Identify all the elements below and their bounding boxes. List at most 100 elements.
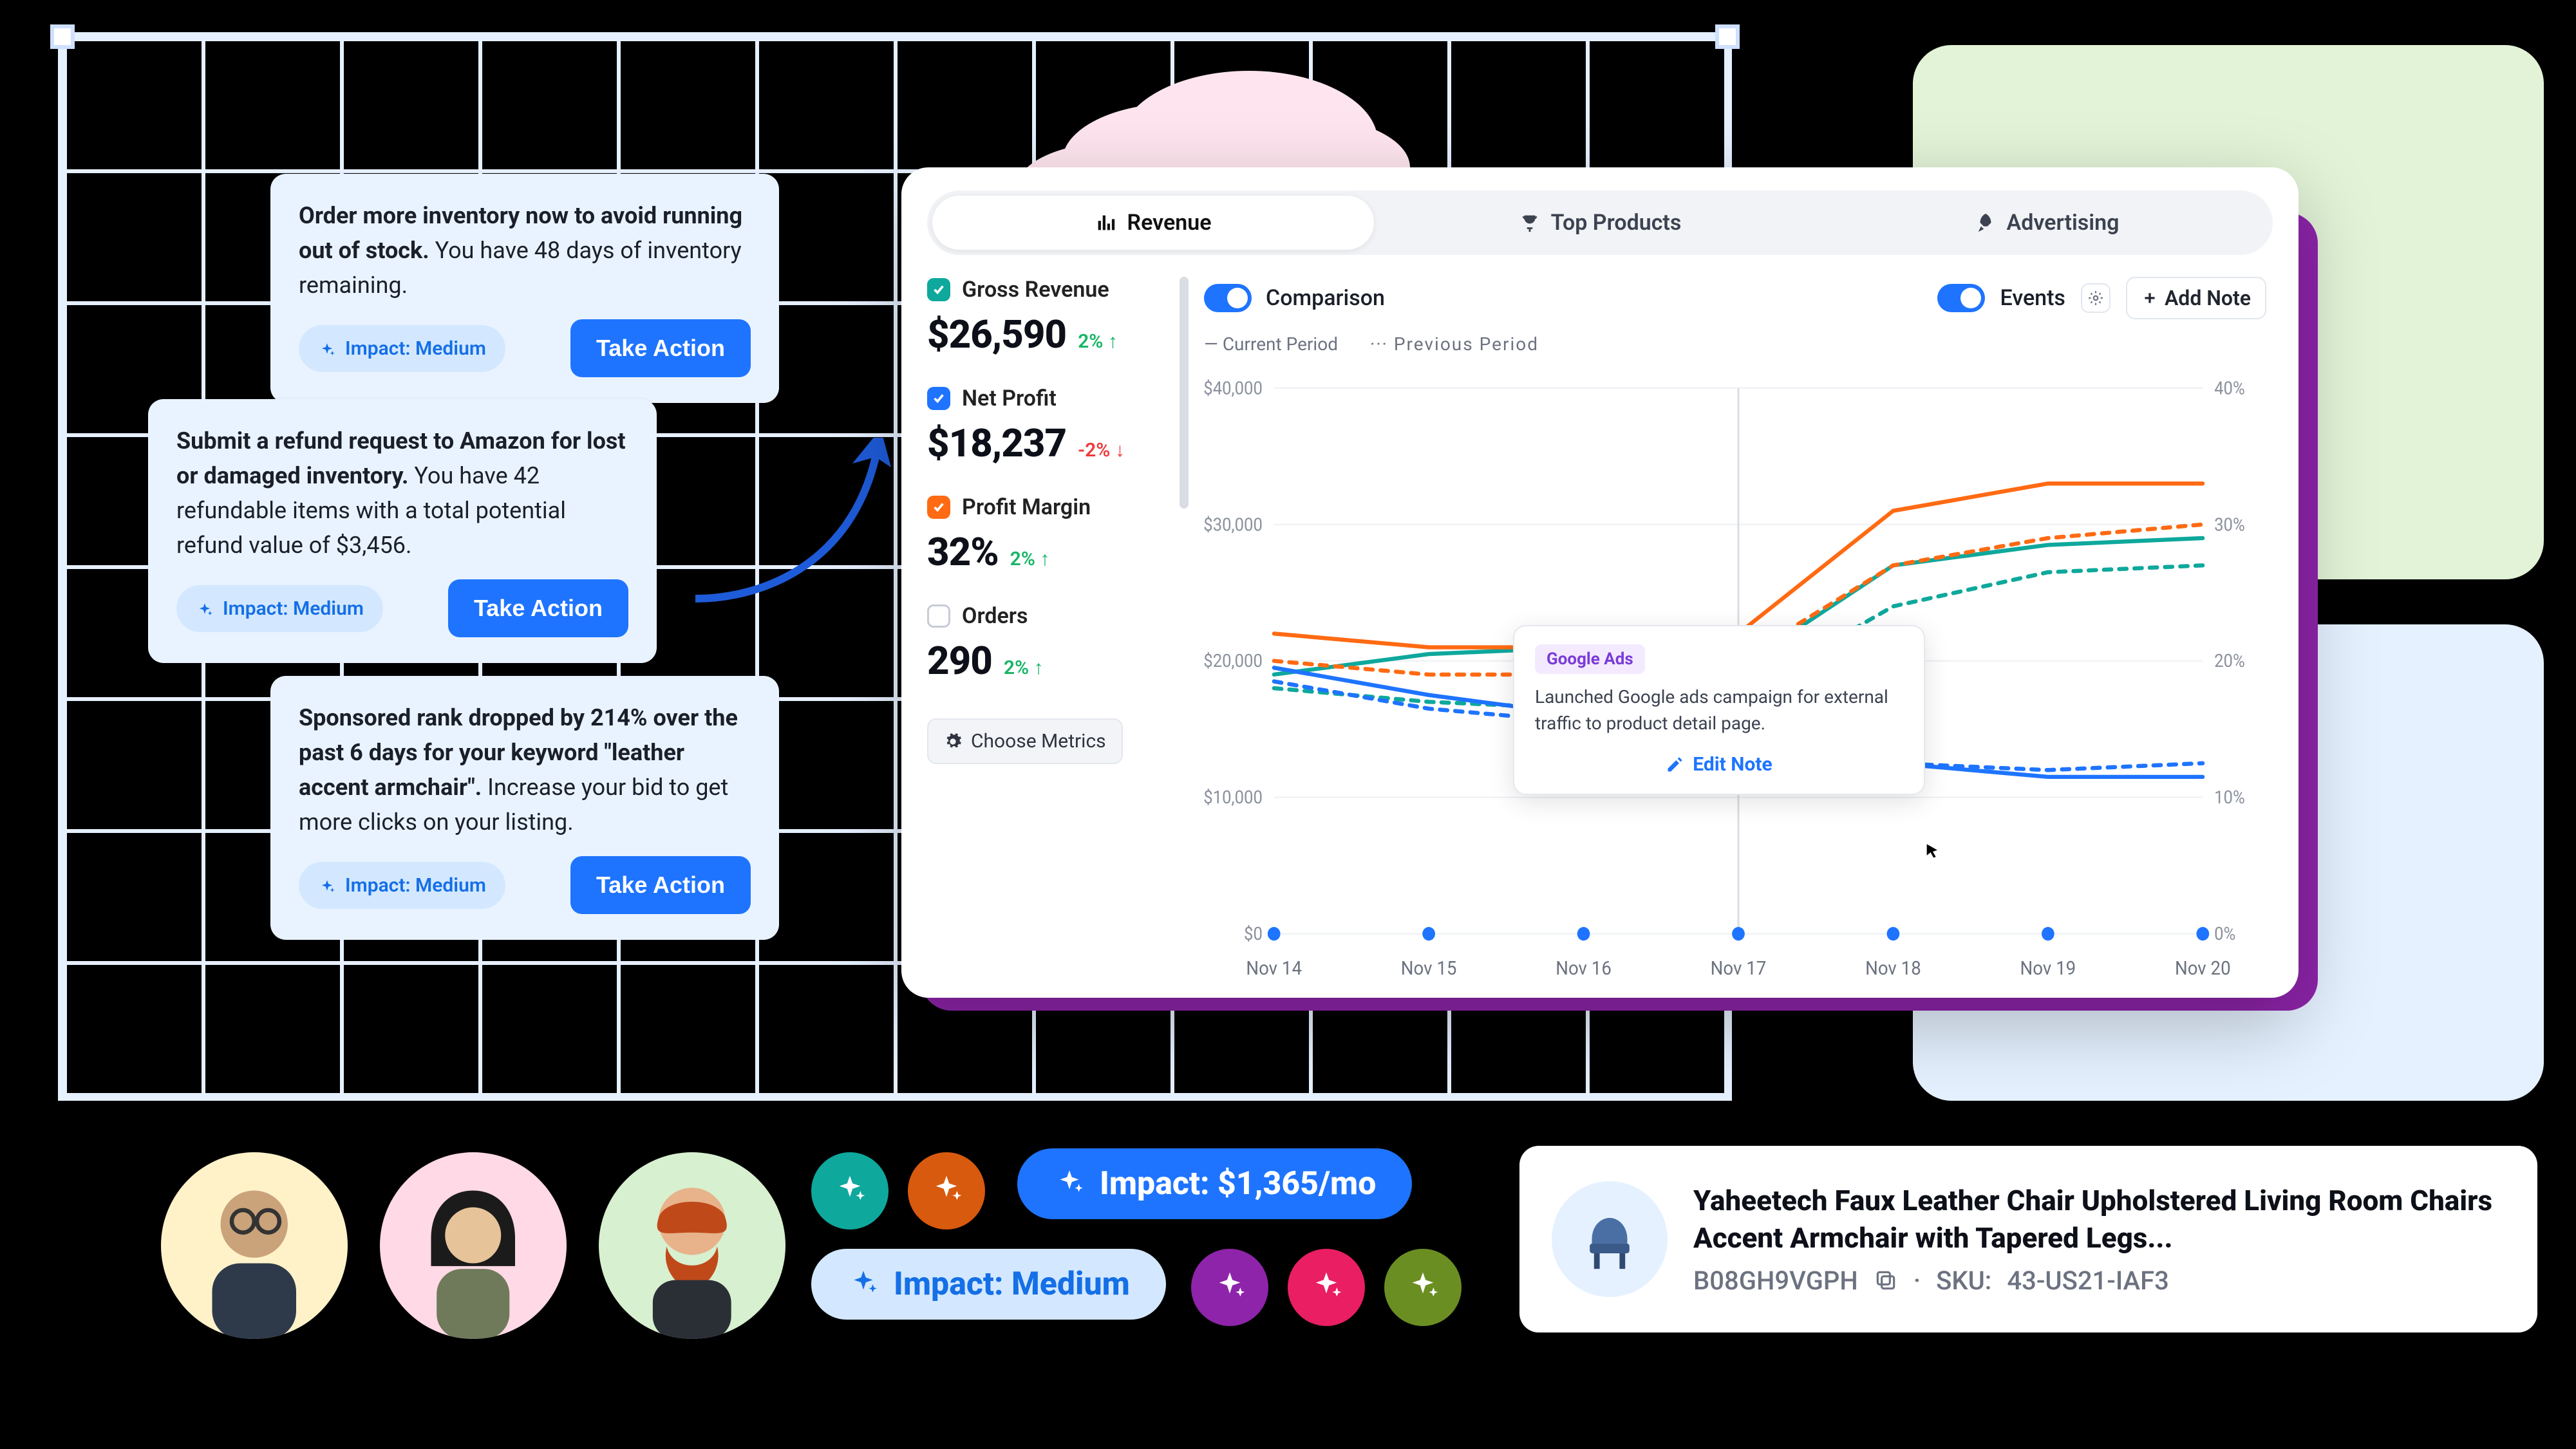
chair-icon: [1574, 1204, 1645, 1275]
metric-value: $26,590: [927, 312, 1066, 357]
metric-gross-revenue[interactable]: Gross Revenue $26,590 2%: [927, 277, 1185, 357]
tab-bar: Revenue Top Products Advertising: [927, 191, 2273, 255]
product-thumbnail: [1552, 1181, 1668, 1297]
scrollbar[interactable]: [1180, 277, 1189, 509]
product-sku: 43-US21-IAF3: [2007, 1266, 2168, 1296]
metric-delta: 2%: [1004, 657, 1044, 679]
avatar: [161, 1152, 348, 1339]
metric-orders[interactable]: Orders 290 2%: [927, 603, 1185, 684]
impact-pill-large: Impact: Medium: [811, 1249, 1166, 1320]
take-action-button[interactable]: Take Action: [448, 579, 628, 637]
metric-net-profit[interactable]: Net Profit $18,237 -2%: [927, 386, 1185, 466]
plus-icon: [2141, 290, 2158, 306]
impact-badge: Impact: Medium: [299, 862, 505, 909]
revenue-dashboard-panel: Revenue Top Products Advertising Gross R…: [901, 167, 2299, 998]
metric-value: 32%: [927, 529, 999, 575]
svg-text:30%: 30%: [2214, 514, 2245, 535]
rocket-icon: [1975, 212, 1997, 234]
comparison-label: Comparison: [1266, 285, 1385, 311]
svg-text:$10,000: $10,000: [1204, 787, 1263, 808]
tab-top-products[interactable]: Top Products: [1379, 196, 1821, 250]
sparkle-icon: [318, 339, 336, 357]
product-card[interactable]: Yaheetech Faux Leather Chair Upholstered…: [1519, 1146, 2537, 1332]
impact-badge: Impact: Medium: [299, 325, 505, 372]
avatar: [380, 1152, 567, 1339]
svg-text:$0: $0: [1244, 923, 1263, 944]
chart-area: Comparison Events Add Note — Current Per…: [1204, 277, 2273, 995]
events-label: Events: [2000, 285, 2065, 311]
checkbox-icon[interactable]: [927, 387, 950, 410]
chart-legend: — Current Period ··· Previous Period: [1204, 333, 2273, 355]
tooltip-tag: Google Ads: [1535, 644, 1645, 674]
edit-note-button[interactable]: Edit Note: [1535, 753, 1903, 776]
sparkle-icon: [1288, 1249, 1365, 1326]
svg-text:Nov 17: Nov 17: [1711, 957, 1767, 980]
recommendation-text: Order more inventory now to avoid runnin…: [299, 198, 751, 303]
sparkle-icon: [1053, 1168, 1086, 1200]
svg-text:$20,000: $20,000: [1204, 650, 1263, 671]
sparkle-icon: [196, 599, 214, 617]
events-toggle[interactable]: [1937, 284, 1985, 312]
line-chart[interactable]: $0 0% $10,000 10% $20,000 20% $30,000 30% $40,00…: [1204, 368, 2273, 995]
svg-text:10%: 10%: [2214, 787, 2245, 808]
metric-profit-margin[interactable]: Profit Margin 32% 2%: [927, 494, 1185, 575]
sparkle-icon: [1384, 1249, 1462, 1326]
metric-delta: 2%: [1010, 548, 1050, 570]
svg-text:Nov 18: Nov 18: [1865, 957, 1921, 980]
sparkle-badge-row: [811, 1152, 985, 1229]
impact-pill-large: Impact: $1,365/mo: [1017, 1148, 1412, 1219]
take-action-button[interactable]: Take Action: [570, 319, 751, 377]
gear-icon: [944, 733, 962, 751]
sparkle-badge-row: [1191, 1249, 1462, 1326]
recommendation-card: Submit a refund request to Amazon for lo…: [148, 399, 657, 663]
recommendation-text: Submit a refund request to Amazon for lo…: [176, 424, 628, 563]
svg-text:Nov 15: Nov 15: [1401, 957, 1457, 980]
sparkle-icon: [811, 1152, 888, 1229]
avatar-row: [161, 1152, 785, 1339]
copy-icon[interactable]: [1874, 1268, 1898, 1293]
product-meta: B08GH9VGPH · SKU: 43-US21-IAF3: [1693, 1266, 2505, 1296]
trophy-icon: [1519, 212, 1541, 234]
comparison-toggle[interactable]: [1204, 284, 1252, 312]
add-note-button[interactable]: Add Note: [2126, 277, 2266, 319]
svg-text:Nov 14: Nov 14: [1246, 957, 1302, 980]
svg-text:Nov 16: Nov 16: [1556, 957, 1612, 980]
svg-text:40%: 40%: [2214, 377, 2245, 398]
sparkle-icon: [908, 1152, 985, 1229]
take-action-button[interactable]: Take Action: [570, 856, 751, 914]
svg-text:Nov 20: Nov 20: [2175, 957, 2231, 980]
bar-chart-icon: [1095, 212, 1116, 234]
sparkle-icon: [318, 876, 336, 894]
checkbox-icon[interactable]: [927, 604, 950, 628]
cursor-icon: [1924, 843, 1942, 861]
event-tooltip: Google Ads Launched Google ads campaign …: [1513, 625, 1925, 795]
settings-button[interactable]: [2081, 283, 2111, 313]
tab-advertising[interactable]: Advertising: [1826, 196, 2268, 250]
recommendation-card: Sponsored rank dropped by 214% over the …: [270, 676, 779, 940]
recommendation-text: Sponsored rank dropped by 214% over the …: [299, 700, 751, 839]
choose-metrics-button[interactable]: Choose Metrics: [927, 718, 1123, 764]
impact-badge: Impact: Medium: [176, 585, 383, 632]
svg-text:20%: 20%: [2214, 650, 2245, 671]
svg-text:$30,000: $30,000: [1204, 514, 1263, 535]
sparkle-icon: [847, 1268, 879, 1300]
metric-delta: -2%: [1078, 439, 1125, 462]
svg-text:Nov 19: Nov 19: [2020, 957, 2076, 980]
avatar: [599, 1152, 785, 1339]
svg-text:$40,000: $40,000: [1204, 377, 1263, 398]
metric-value: 290: [927, 638, 992, 684]
pencil-icon: [1666, 756, 1684, 774]
checkbox-icon[interactable]: [927, 496, 950, 519]
tab-revenue[interactable]: Revenue: [932, 196, 1374, 250]
tooltip-text: Launched Google ads campaign for externa…: [1535, 684, 1903, 736]
gear-icon: [2087, 290, 2104, 306]
legend-previous: ··· Previous Period: [1370, 333, 1539, 355]
metric-value: $18,237: [927, 420, 1066, 466]
checkbox-icon[interactable]: [927, 278, 950, 301]
recommendation-card: Order more inventory now to avoid runnin…: [270, 174, 779, 403]
product-title: Yaheetech Faux Leather Chair Upholstered…: [1693, 1183, 2505, 1256]
product-asin: B08GH9VGPH: [1693, 1266, 1858, 1296]
legend-current: — Current Period: [1204, 333, 1338, 355]
svg-text:0%: 0%: [2214, 923, 2235, 944]
metric-delta: 2%: [1078, 330, 1118, 353]
